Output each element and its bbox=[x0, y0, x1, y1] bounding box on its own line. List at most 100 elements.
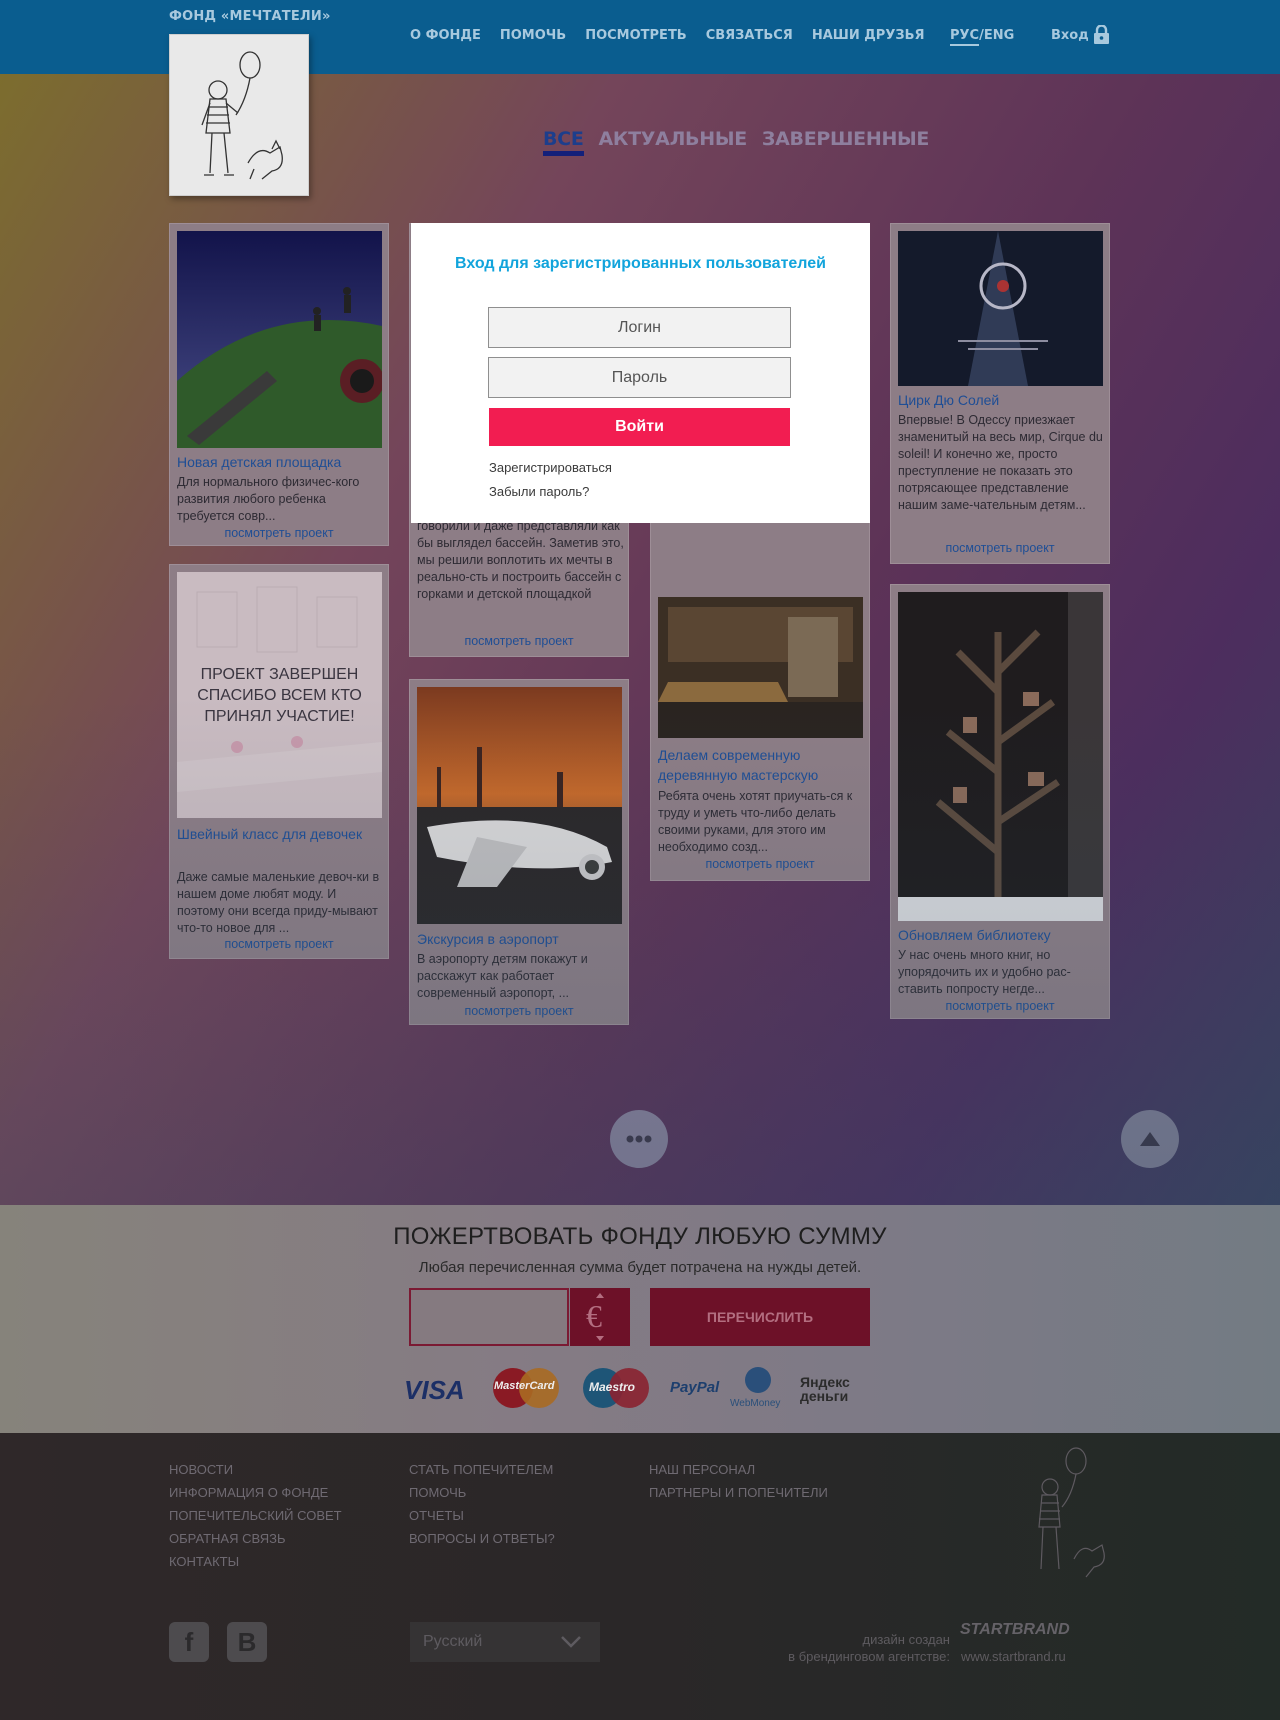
project-description: Ребята очень хотят приучать-ся к труду и… bbox=[658, 789, 853, 854]
yandex-money-logo: Яндекс деньги bbox=[800, 1374, 850, 1404]
vk-icon: B bbox=[237, 1626, 257, 1657]
load-more-button[interactable] bbox=[610, 1110, 668, 1168]
footer-link-board[interactable]: ПОПЕЧИТЕЛЬСКИЙ СОВЕТ bbox=[169, 1504, 342, 1527]
currency-selector[interactable]: € bbox=[570, 1288, 630, 1346]
transfer-button[interactable]: ПЕРЕЧИСЛИТЬ bbox=[650, 1288, 870, 1346]
language-select[interactable]: Русский bbox=[410, 1622, 600, 1662]
password-input[interactable] bbox=[488, 357, 791, 398]
language-select-value: Русский bbox=[423, 1633, 483, 1650]
circus-image bbox=[898, 231, 1103, 386]
footer-link-contacts[interactable]: КОНТАКТЫ bbox=[169, 1550, 342, 1573]
footer-link-partners[interactable]: ПАРТНЕРЫ И ПОПЕЧИТЕЛИ bbox=[649, 1481, 828, 1504]
agency-logo[interactable]: STARTBRAND bbox=[960, 1621, 1070, 1639]
nav-help[interactable]: ПОМОЧЬ bbox=[500, 28, 566, 43]
login-link[interactable]: Вход bbox=[1051, 28, 1089, 43]
facebook-button[interactable]: f bbox=[169, 1622, 209, 1662]
nav-view[interactable]: ПОСМОТРЕТЬ bbox=[585, 28, 687, 43]
project-title[interactable]: Швейный класс для девочек bbox=[177, 824, 367, 844]
modal-title: Вход для зарегистрированных пользователе… bbox=[455, 255, 826, 272]
project-title[interactable]: Экскурсия в аэропорт bbox=[417, 929, 559, 949]
design-credit: дизайн создан в брендинговом агентстве: bbox=[788, 1631, 950, 1665]
project-card-airport[interactable]: Экскурсия в аэропорт В аэропорту детям п… bbox=[409, 679, 629, 1025]
dots-icon bbox=[626, 1135, 652, 1143]
sewing-class-image: ПРОЕКТ ЗАВЕРШЕН СПАСИБО ВСЕМ КТО ПРИНЯЛ … bbox=[177, 572, 382, 818]
maestro-logo: Maestro bbox=[581, 1367, 651, 1409]
footer-link-faq[interactable]: ВОПРОСЫ И ОТВЕТЫ? bbox=[409, 1527, 555, 1550]
project-title[interactable]: Обновляем библиотеку bbox=[898, 925, 1051, 945]
boy-with-balloon-logo-icon bbox=[201, 51, 283, 180]
project-description: В аэропорту детям покажут и расскажут ка… bbox=[417, 952, 588, 1000]
project-card-library[interactable]: Обновляем библиотеку У нас очень много к… bbox=[890, 584, 1110, 1019]
submit-login-button[interactable]: Войти bbox=[489, 408, 790, 446]
footer-link-about[interactable]: ИНФОРМАЦИЯ О ФОНДЕ bbox=[169, 1481, 342, 1504]
lang-ru[interactable]: РУС bbox=[950, 28, 980, 46]
view-project-link[interactable]: посмотреть проект bbox=[891, 541, 1109, 555]
filter-finished[interactable]: ЗАВЕРШЕННЫЕ bbox=[762, 128, 930, 156]
footer-link-help[interactable]: ПОМОЧЬ bbox=[409, 1481, 555, 1504]
view-project-link[interactable]: посмотреть проект bbox=[410, 634, 628, 648]
footer-link-become-trustee[interactable]: СТАТЬ ПОПЕЧИТЕЛЕМ bbox=[409, 1458, 555, 1481]
project-description: У нас очень много книг, но упорядочить и… bbox=[898, 948, 1071, 996]
project-title[interactable]: Цирк Дю Солей bbox=[898, 390, 999, 410]
login-modal: Вход для зарегистрированных пользователе… bbox=[411, 223, 870, 523]
lock-icon[interactable] bbox=[1093, 25, 1110, 44]
donate-title: ПОЖЕРТВОВАТЬ ФОНДУ ЛЮБУЮ СУММУ bbox=[393, 1223, 887, 1250]
register-link[interactable]: Зарегистрироваться bbox=[489, 460, 612, 475]
view-project-link[interactable]: посмотреть проект bbox=[651, 857, 869, 871]
donate-section: ПОЖЕРТВОВАТЬ ФОНДУ ЛЮБУЮ СУММУ Любая пер… bbox=[0, 1205, 1280, 1433]
main-nav: О ФОНДЕ ПОМОЧЬ ПОСМОТРЕТЬ СВЯЗАТЬСЯ НАШИ… bbox=[410, 28, 925, 43]
footer-column-2: СТАТЬ ПОПЕЧИТЕЛЕМ ПОМОЧЬ ОТЧЕТЫ ВОПРОСЫ … bbox=[409, 1458, 555, 1550]
project-card-sewing[interactable]: ПРОЕКТ ЗАВЕРШЕН СПАСИБО ВСЕМ КТО ПРИНЯЛ … bbox=[169, 564, 389, 959]
filter-current[interactable]: АКТУАЛЬНЫЕ bbox=[599, 128, 748, 156]
workshop-image bbox=[658, 597, 863, 738]
project-description: Даже самые маленькие девоч-ки в нашем до… bbox=[177, 870, 380, 935]
forgot-password-link[interactable]: Забыли пароль? bbox=[489, 484, 589, 499]
project-card-circus[interactable]: Цирк Дю Солей Впервые! В Одессу приезжае… bbox=[890, 223, 1110, 564]
footer-link-news[interactable]: НОВОСТИ bbox=[169, 1458, 342, 1481]
view-project-link[interactable]: посмотреть проект bbox=[170, 937, 388, 951]
footer-column-1: НОВОСТИ ИНФОРМАЦИЯ О ФОНДЕ ПОПЕЧИТЕЛЬСКИ… bbox=[169, 1458, 342, 1573]
view-project-link[interactable]: посмотреть проект bbox=[410, 1004, 628, 1018]
project-description: Впервые! В Одессу приезжает знаменитый н… bbox=[898, 413, 1103, 512]
nav-about[interactable]: О ФОНДЕ bbox=[410, 28, 481, 43]
payment-methods: VISA MasterCard Maestro PayPal WebMoney … bbox=[400, 1365, 880, 1417]
footer-link-staff[interactable]: НАШ ПЕРСОНАЛ bbox=[649, 1458, 828, 1481]
chevron-down-icon bbox=[561, 1636, 581, 1648]
credit-line-1: дизайн создан bbox=[862, 1632, 951, 1647]
nav-friends[interactable]: НАШИ ДРУЗЬЯ bbox=[812, 28, 925, 43]
footer-link-feedback[interactable]: ОБРАТНАЯ СВЯЗЬ bbox=[169, 1527, 342, 1550]
project-finished-overlay: ПРОЕКТ ЗАВЕРШЕН СПАСИБО ВСЕМ КТО ПРИНЯЛ … bbox=[177, 572, 382, 818]
lang-en[interactable]: ENG bbox=[984, 28, 1014, 43]
credit-line-2: в брендинговом агентстве: bbox=[788, 1649, 950, 1664]
footer-link-reports[interactable]: ОТЧЕТЫ bbox=[409, 1504, 555, 1527]
filter-all[interactable]: ВСЕ bbox=[543, 128, 584, 156]
boy-with-balloon-footer-icon bbox=[1038, 1447, 1105, 1578]
project-filters: ВСЕ АКТУАЛЬНЫЕ ЗАВЕРШЕННЫЕ bbox=[543, 128, 929, 156]
vk-button[interactable]: B bbox=[227, 1622, 267, 1662]
agency-url[interactable]: www.startbrand.ru bbox=[961, 1648, 1066, 1665]
webmoney-label: WebMoney bbox=[730, 1398, 781, 1409]
logo[interactable] bbox=[169, 34, 309, 196]
facebook-icon: f bbox=[184, 1626, 194, 1657]
donate-subtitle: Любая перечисленная сумма будет потрачен… bbox=[418, 1259, 862, 1276]
amount-input[interactable] bbox=[409, 1288, 569, 1346]
login-input[interactable] bbox=[488, 307, 791, 348]
project-title[interactable]: Новая детская площадка bbox=[177, 452, 341, 472]
project-title[interactable]: Делаем современную деревянную мастерскую bbox=[658, 745, 858, 785]
mastercard-label: MasterCard bbox=[494, 1380, 555, 1392]
maestro-label: Maestro bbox=[589, 1380, 636, 1394]
currency-symbol: € bbox=[586, 1298, 602, 1334]
arrow-up-icon bbox=[1140, 1132, 1160, 1146]
site-footer: НОВОСТИ ИНФОРМАЦИЯ О ФОНДЕ ПОПЕЧИТЕЛЬСКИ… bbox=[0, 1433, 1280, 1720]
view-project-link[interactable]: посмотреть проект bbox=[891, 999, 1109, 1013]
scroll-top-button[interactable] bbox=[1121, 1110, 1179, 1168]
playground-image bbox=[177, 231, 382, 448]
project-finished-text: ПРОЕКТ ЗАВЕРШЕН СПАСИБО ВСЕМ КТО ПРИНЯЛ … bbox=[197, 665, 362, 725]
view-project-link[interactable]: посмотреть проект bbox=[170, 526, 388, 540]
tree-bookshelf-image bbox=[898, 592, 1103, 921]
project-description: Для нормального физичес-кого развития лю… bbox=[177, 475, 360, 523]
nav-contact[interactable]: СВЯЗАТЬСЯ bbox=[706, 28, 793, 43]
mastercard-logo: MasterCard bbox=[491, 1367, 561, 1409]
brand-name[interactable]: ФОНД «МЕЧТАТЕЛИ» bbox=[169, 9, 331, 24]
project-card-playground[interactable]: Новая детская площадка Для нормального ф… bbox=[169, 223, 389, 546]
